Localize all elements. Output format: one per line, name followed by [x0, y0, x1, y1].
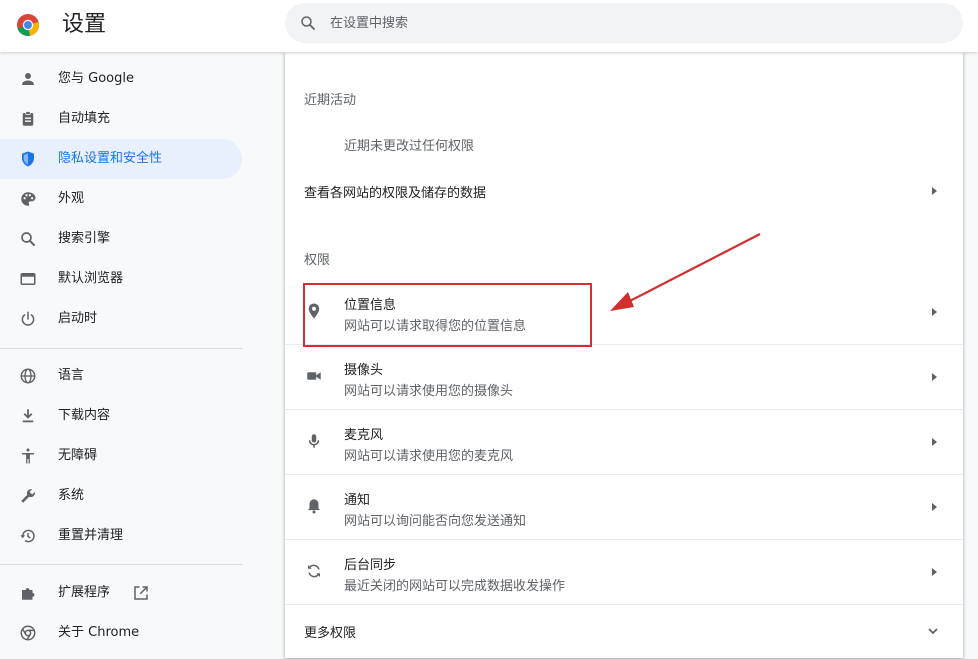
view-site-data-label: 查看各网站的权限及储存的数据	[304, 186, 487, 201]
bell-icon	[308, 499, 320, 514]
sidebar-item-languages[interactable]: 语言	[0, 356, 242, 396]
permission-subtitle: 最近关闭的网站可以完成数据收发操作	[344, 579, 566, 594]
permission-subtitle: 网站可以请求取得您的位置信息	[344, 319, 527, 334]
browser-window-icon	[20, 273, 36, 285]
sidebar-item-on-startup[interactable]: 启动时	[0, 299, 242, 339]
chevron-right-icon	[932, 438, 937, 446]
open-in-new-icon	[134, 586, 148, 600]
top-bar: 设置	[0, 0, 978, 52]
wrench-icon	[21, 489, 35, 503]
sidebar-item-label: 启动时	[58, 311, 98, 326]
sidebar-item-label: 隐私设置和安全性	[58, 151, 163, 166]
puzzle-icon	[22, 588, 35, 600]
more-permissions-row[interactable]: 更多权限	[285, 604, 963, 659]
page-title: 设置	[62, 12, 107, 37]
sidebar-item-accessibility[interactable]: 无障碍	[0, 436, 242, 476]
camera-icon	[307, 372, 321, 380]
person-icon	[22, 73, 34, 85]
power-icon	[21, 311, 35, 326]
sidebar: 您与 Google 自动填充 隐私设置和安全性 外观 搜索引擎 默认浏览器 启动…	[0, 52, 260, 658]
chrome-logo-icon	[17, 14, 39, 36]
more-permissions-label: 更多权限	[304, 626, 357, 641]
search-icon	[301, 16, 315, 30]
clipboard-icon	[22, 111, 34, 126]
permission-subtitle: 网站可以请求使用您的麦克风	[344, 449, 514, 464]
sidebar-divider	[0, 348, 243, 349]
sidebar-item-label: 语言	[58, 368, 85, 383]
sidebar-item-search-engine[interactable]: 搜索引擎	[0, 219, 242, 259]
search-icon	[21, 232, 35, 246]
sidebar-item-label: 搜索引擎	[58, 231, 111, 246]
sidebar-item-label: 扩展程序	[58, 585, 111, 600]
permission-title: 位置信息	[344, 298, 397, 313]
permission-title: 后台同步	[344, 558, 397, 573]
view-site-data-row[interactable]: 查看各网站的权限及储存的数据	[285, 167, 963, 213]
settings-card: 近期活动 近期未更改过任何权限 查看各网站的权限及储存的数据 权限 位置信息 网…	[285, 52, 963, 658]
chevron-down-icon	[928, 628, 938, 635]
chevron-right-icon	[932, 568, 937, 576]
shield-icon	[22, 151, 34, 167]
globe-icon	[20, 368, 36, 384]
sidebar-item-you-and-google[interactable]: 您与 Google	[0, 59, 242, 99]
search-input[interactable]	[330, 3, 930, 43]
sidebar-item-appearance[interactable]: 外观	[0, 179, 242, 219]
sidebar-item-label: 您与 Google	[58, 71, 134, 86]
permission-subtitle: 网站可以请求使用您的摄像头	[344, 384, 514, 399]
location-pin-icon	[308, 303, 320, 319]
chevron-right-icon	[932, 373, 937, 381]
recent-activity-empty-text: 近期未更改过任何权限	[344, 139, 475, 154]
microphone-icon	[308, 434, 320, 448]
chevron-right-icon	[932, 308, 937, 316]
sidebar-divider	[0, 564, 243, 565]
history-icon	[20, 529, 35, 543]
accessibility-icon	[22, 448, 34, 464]
sidebar-item-autofill[interactable]: 自动填充	[0, 99, 242, 139]
permission-subtitle: 网站可以询问能否向您发送通知	[344, 514, 527, 529]
sidebar-item-privacy-security[interactable]: 隐私设置和安全性	[0, 139, 242, 179]
chevron-right-icon	[932, 503, 937, 511]
sidebar-item-system[interactable]: 系统	[0, 476, 242, 516]
download-icon	[22, 409, 34, 423]
chrome-icon	[20, 625, 36, 641]
sidebar-item-label: 外观	[58, 191, 85, 206]
sidebar-item-label: 关于 Chrome	[58, 625, 140, 640]
sidebar-item-label: 无障碍	[58, 448, 98, 463]
permission-location-row[interactable]: 位置信息 网站可以请求取得您的位置信息	[285, 280, 963, 344]
permission-title: 麦克风	[344, 428, 384, 443]
chevron-right-icon	[932, 187, 937, 195]
permission-title: 摄像头	[344, 363, 384, 378]
sidebar-item-label: 自动填充	[58, 111, 111, 126]
palette-icon	[21, 192, 36, 206]
sidebar-item-label: 系统	[58, 488, 85, 503]
sidebar-item-about-chrome[interactable]: 关于 Chrome	[0, 613, 242, 653]
search-box[interactable]	[285, 3, 963, 43]
sidebar-item-default-browser[interactable]: 默认浏览器	[0, 259, 242, 299]
permission-microphone-row[interactable]: 麦克风 网站可以请求使用您的麦克风	[285, 409, 963, 474]
sidebar-item-extensions[interactable]: 扩展程序	[0, 573, 242, 613]
sidebar-item-downloads[interactable]: 下载内容	[0, 396, 242, 436]
sidebar-item-reset[interactable]: 重置并清理	[0, 516, 242, 556]
permission-background-sync-row[interactable]: 后台同步 最近关闭的网站可以完成数据收发操作	[285, 539, 963, 604]
permission-camera-row[interactable]: 摄像头 网站可以请求使用您的摄像头	[285, 344, 963, 409]
recent-activity-heading: 近期活动	[304, 93, 357, 108]
sync-icon	[308, 564, 320, 578]
sidebar-item-label: 默认浏览器	[58, 271, 124, 286]
permission-notifications-row[interactable]: 通知 网站可以询问能否向您发送通知	[285, 474, 963, 539]
permissions-heading: 权限	[304, 253, 331, 268]
sidebar-item-label: 重置并清理	[58, 528, 124, 543]
permission-title: 通知	[344, 493, 371, 508]
sidebar-item-label: 下载内容	[58, 408, 111, 423]
